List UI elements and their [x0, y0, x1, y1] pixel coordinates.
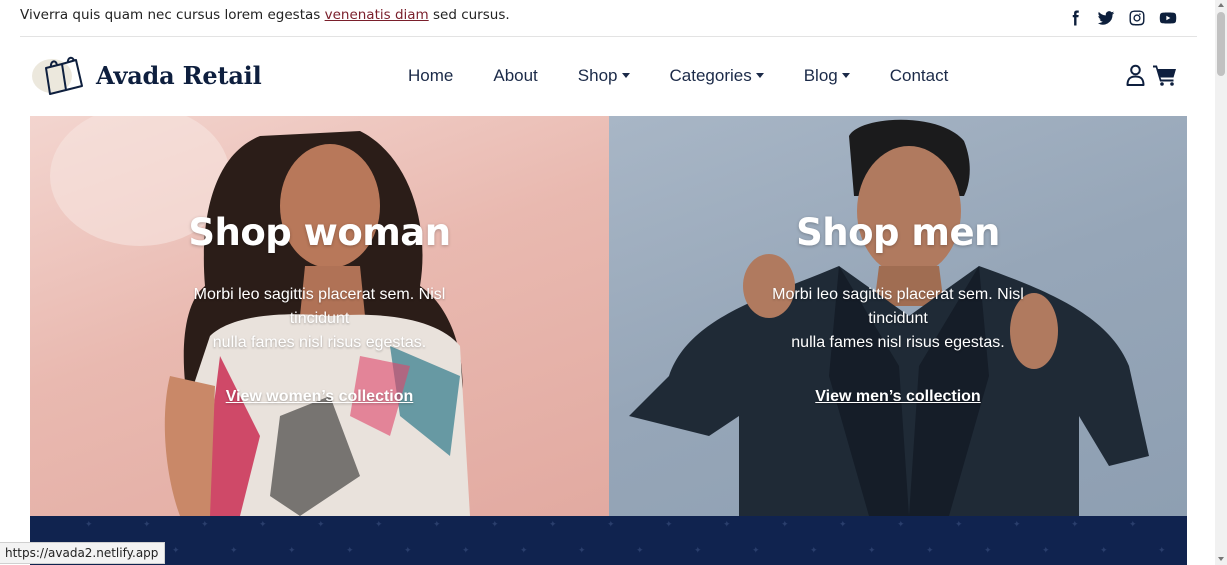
cart-icon[interactable] [1153, 64, 1177, 86]
shop-men-title: Shop men [796, 211, 1000, 254]
pattern-dot: ✦ [346, 546, 354, 556]
pattern-dot: ✦ [868, 546, 876, 556]
shop-women-description: Morbi leo sagittis placerat sem. Nisl ti… [185, 283, 455, 355]
shop-men-panel[interactable]: Shop men Morbi leo sagittis placerat sem… [609, 116, 1187, 516]
men-desc-line2: nulla fames nisl risus egestas. [791, 334, 1005, 351]
pattern-dot: ✦ [172, 546, 180, 556]
caret-down-icon [841, 72, 850, 78]
brand-name: Avada Retail [96, 60, 262, 90]
pattern-dot: ✦ [259, 520, 267, 530]
view-women-collection-link[interactable]: View women’s collection [30, 388, 609, 406]
pattern-dot: ✦ [1071, 520, 1079, 530]
main-navigation: Home About Shop Categories Blog Contact [408, 66, 988, 86]
top-announcement-bar: Viverra quis quam nec cursus lorem egest… [20, 0, 1197, 37]
pattern-dot: ✦ [578, 546, 586, 556]
pattern-dot: ✦ [288, 546, 296, 556]
pattern-dot: ✦ [781, 520, 789, 530]
brand-logo[interactable]: Avada Retail [32, 54, 262, 96]
pattern-dot: ✦ [520, 546, 528, 556]
pattern-dot: ✦ [201, 520, 209, 530]
pattern-dot: ✦ [926, 546, 934, 556]
scroll-down-arrow-icon[interactable] [1218, 557, 1224, 561]
announcement-text-start: Viverra quis quam nec cursus lorem egest… [20, 7, 325, 23]
pattern-dot: ✦ [491, 520, 499, 530]
twitter-icon[interactable] [1097, 9, 1115, 27]
pattern-dot: ✦ [317, 520, 325, 530]
pattern-dot: ✦ [1129, 520, 1137, 530]
women-desc-line1: Morbi leo sagittis placerat sem. Nisl ti… [193, 286, 446, 327]
nav-blog-label: Blog [803, 66, 838, 85]
nav-shop-label: Shop [577, 66, 618, 85]
announcement-text: Viverra quis quam nec cursus lorem egest… [20, 7, 510, 23]
pattern-dot: ✦ [984, 546, 992, 556]
pattern-dot: ✦ [404, 546, 412, 556]
header-actions [1126, 64, 1177, 86]
user-icon[interactable] [1126, 64, 1145, 86]
men-desc-line1: Morbi leo sagittis placerat sem. Nisl ti… [772, 286, 1024, 327]
women-panel-content: Shop woman Morbi leo sagittis placerat s… [30, 116, 609, 516]
pattern-dot: ✦ [1013, 520, 1021, 530]
pattern-dot: ✦ [1042, 546, 1050, 556]
announcement-text-end: sed cursus. [428, 7, 510, 23]
instagram-icon[interactable] [1128, 9, 1146, 27]
pattern-dot: ✦ [607, 520, 615, 530]
nav-contact-label: Contact [889, 66, 949, 85]
nav-contact[interactable]: Contact [890, 66, 949, 86]
pattern-dot: ✦ [839, 520, 847, 530]
pattern-band: ✦✦✦✦✦✦✦✦✦✦✦✦✦✦✦✦✦✦✦✦✦✦✦✦✦✦✦✦✦✦✦✦✦✦✦✦✦✦✦✦ [30, 516, 1187, 565]
facebook-icon[interactable] [1066, 9, 1084, 27]
pattern-dot: ✦ [85, 520, 93, 530]
caret-down-icon [755, 72, 764, 78]
view-men-collection-link[interactable]: View men’s collection [609, 388, 1187, 406]
pattern-dot: ✦ [955, 520, 963, 530]
nav-categories-label: Categories [669, 66, 752, 85]
nav-blog-dropdown[interactable]: Blog [804, 66, 850, 86]
scroll-up-arrow-icon[interactable] [1218, 3, 1224, 7]
caret-down-icon [621, 72, 630, 78]
nav-home-label: Home [408, 66, 454, 85]
pattern-dot: ✦ [897, 520, 905, 530]
pattern-dot: ✦ [462, 546, 470, 556]
announcement-link[interactable]: venenatis diam [325, 7, 429, 23]
shop-men-description: Morbi leo sagittis placerat sem. Nisl ti… [763, 283, 1033, 355]
shopping-bags-logo-icon [32, 54, 90, 96]
shop-women-title: Shop woman [188, 211, 451, 254]
women-desc-line2: nulla fames nisl risus egestas. [212, 334, 427, 351]
pattern-dot: ✦ [723, 520, 731, 530]
social-links [1066, 9, 1177, 27]
pattern-dot: ✦ [143, 520, 151, 530]
pattern-dot: ✦ [549, 520, 557, 530]
nav-about[interactable]: About [493, 66, 537, 86]
men-panel-content: Shop men Morbi leo sagittis placerat sem… [609, 116, 1187, 516]
shop-women-panel[interactable]: Shop woman Morbi leo sagittis placerat s… [30, 116, 609, 516]
pattern-dot: ✦ [433, 520, 441, 530]
pattern-dot: ✦ [375, 520, 383, 530]
nav-categories-dropdown[interactable]: Categories [670, 66, 764, 86]
nav-about-label: About [493, 66, 538, 85]
nav-shop-dropdown[interactable]: Shop [578, 66, 630, 86]
pattern-dot: ✦ [230, 546, 238, 556]
status-url-tooltip: https://avada2.netlify.app [0, 542, 166, 564]
page-scrollbar[interactable] [1215, 0, 1227, 565]
pattern-dot: ✦ [810, 546, 818, 556]
hero-section: Shop woman Morbi leo sagittis placerat s… [30, 116, 1187, 516]
pattern-dot: ✦ [636, 546, 644, 556]
scroll-thumb[interactable] [1217, 12, 1225, 76]
youtube-icon[interactable] [1159, 9, 1177, 27]
pattern-dot: ✦ [752, 546, 760, 556]
pattern-dot: ✦ [1100, 546, 1108, 556]
nav-home[interactable]: Home [408, 66, 453, 86]
pattern-dot: ✦ [694, 546, 702, 556]
pattern-dot: ✦ [665, 520, 673, 530]
pattern-dot: ✦ [1158, 546, 1166, 556]
site-header: Avada Retail Home About Shop Categories … [30, 38, 1187, 116]
